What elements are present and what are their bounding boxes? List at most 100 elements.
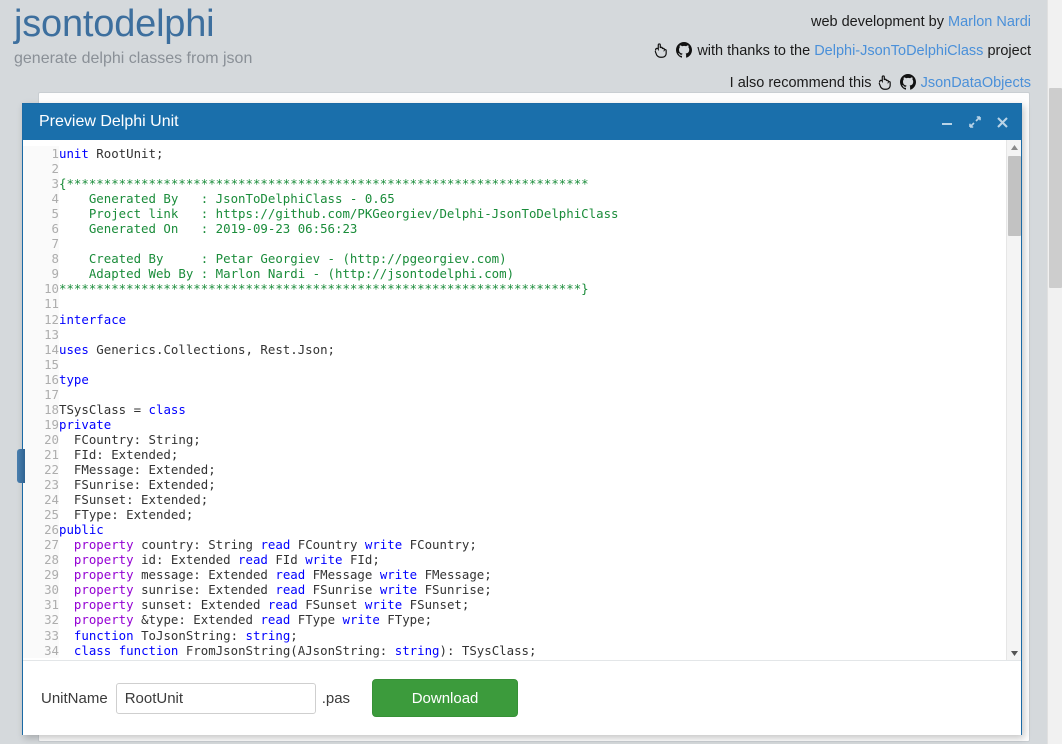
- code-line: 25 FType: Extended;: [23, 507, 619, 523]
- scroll-down-arrow-icon[interactable]: [1007, 646, 1021, 660]
- line-number: 27: [23, 537, 59, 553]
- code-token: FType: Extended;: [59, 507, 194, 523]
- line-number: 4: [23, 191, 59, 207]
- code-token: Project link : https://github.com/PKGeor…: [59, 206, 619, 222]
- line-number: 11: [23, 296, 59, 312]
- page-title: jsontodelphi: [14, 3, 215, 45]
- code-line-content: property country: String read FCountry w…: [59, 537, 619, 552]
- line-number: 24: [23, 492, 59, 508]
- code-line-content: private: [59, 417, 619, 432]
- sidebar-toggle-handle[interactable]: [17, 449, 25, 483]
- code-line: 4 Generated By : JsonToDelphiClass - 0.6…: [23, 191, 619, 207]
- link-jsondataobjects[interactable]: JsonDataObjects: [921, 75, 1031, 91]
- code-token: class: [148, 401, 186, 417]
- code-token: read: [275, 567, 306, 583]
- code-line-content: unit RootUnit;: [59, 146, 619, 161]
- code-token: FCountry;: [402, 537, 477, 553]
- line-number: 22: [23, 461, 59, 478]
- credit-prefix-2: with thanks to the: [697, 43, 811, 59]
- code-line: 8 Created By : Petar Georgiev - (http://…: [23, 251, 619, 267]
- line-number: 29: [23, 567, 59, 583]
- code-table: 1 unit RootUnit; 2 3 {*********************…: [23, 146, 619, 658]
- code-line: 10 **************************************…: [23, 281, 619, 297]
- line-number: 23: [23, 477, 59, 493]
- code-token: country: String: [133, 537, 261, 553]
- code-token: FSunrise: Extended;: [59, 477, 216, 493]
- code-token: RootUnit;: [88, 146, 164, 161]
- line-number: 9: [23, 266, 59, 282]
- code-scroll-thumb[interactable]: [1008, 156, 1021, 236]
- code-token: Created By : Petar Georgiev - (http://pg…: [59, 251, 507, 267]
- download-button[interactable]: Download: [372, 679, 519, 717]
- code-token: private: [59, 416, 112, 432]
- code-vertical-scrollbar[interactable]: [1006, 140, 1021, 660]
- maximize-button[interactable]: [968, 115, 982, 129]
- code-token: ToJsonString:: [133, 627, 246, 643]
- line-number: 33: [23, 627, 59, 643]
- code-line-content: FId: Extended;: [59, 447, 619, 462]
- code-token: Adapted Web By : Marlon Nardi - (http://…: [59, 266, 515, 282]
- code-line-content: Generated On : 2019-09-23 06:56:23: [59, 221, 619, 236]
- brand: jsontodelphi generate delphi classes fro…: [14, 2, 252, 70]
- code-scroll-region[interactable]: 1 unit RootUnit; 2 3 {*********************…: [23, 140, 1021, 660]
- code-line-content: FSunrise: Extended;: [59, 477, 619, 492]
- link-marlon-nardi[interactable]: Marlon Nardi: [948, 14, 1031, 30]
- code-token: write: [379, 582, 418, 598]
- line-number: 25: [23, 507, 59, 523]
- code-line: 21 FId: Extended;: [23, 446, 619, 462]
- code-token: property: [73, 582, 134, 598]
- code-line: 32 property &type: Extended read FType w…: [23, 612, 619, 628]
- code-token: uses: [59, 341, 89, 357]
- code-line: 26 public: [23, 522, 619, 538]
- code-token: TSysClass =: [59, 401, 149, 417]
- scroll-up-arrow-icon[interactable]: [1007, 140, 1021, 154]
- line-number: 26: [23, 522, 59, 538]
- code-line-content: property &type: Extended read FType writ…: [59, 612, 619, 627]
- code-token: FId: [267, 552, 306, 568]
- code-line: 13: [23, 326, 619, 342]
- page-vertical-scrollbar[interactable]: [1047, 0, 1062, 744]
- page-scroll-thumb[interactable]: [1049, 88, 1062, 288]
- code-line-content: public: [59, 522, 619, 537]
- code-line: 17: [23, 386, 619, 402]
- code-token: read: [267, 597, 298, 613]
- code-token: write: [364, 597, 403, 613]
- code-line: 19 private: [23, 416, 619, 432]
- code-token: message: Extended: [133, 567, 276, 583]
- link-delphi-jsontodelphiclass[interactable]: Delphi-JsonToDelphiClass: [814, 43, 983, 59]
- code-line: 5 Project link : https://github.com/PKGe…: [23, 206, 619, 222]
- code-token: write: [364, 537, 403, 553]
- code-line: 22 FMessage: Extended;: [23, 461, 619, 478]
- code-line-content: function ToJsonString: string;: [59, 628, 619, 643]
- code-line: 31 property sunset: Extended read FSunse…: [23, 597, 619, 613]
- close-button[interactable]: [996, 116, 1009, 129]
- line-number: 2: [23, 161, 59, 177]
- code-token: FCountry: String;: [59, 431, 201, 447]
- code-line-content: Adapted Web By : Marlon Nardi - (http://…: [59, 266, 619, 281]
- code-token: sunset: Extended: [133, 597, 268, 613]
- line-number: 21: [23, 446, 59, 462]
- code-line-content: property sunset: Extended read FSunset w…: [59, 597, 619, 612]
- code-token: write: [305, 552, 343, 568]
- dialog-titlebar: Preview Delphi Unit: [23, 104, 1021, 140]
- code-line: 29 property message: Extended read FMess…: [23, 567, 619, 583]
- code-token: id: Extended: [133, 552, 239, 568]
- code-token: read: [260, 612, 291, 628]
- page-header: jsontodelphi generate delphi classes fro…: [0, 0, 1047, 96]
- line-number: 32: [23, 612, 59, 628]
- preview-dialog: Preview Delphi Unit 1 unit RootUnit; 2 3 {*…: [22, 103, 1022, 735]
- code-line: 7: [23, 236, 619, 252]
- code-token: property: [73, 597, 134, 613]
- code-token: public: [59, 522, 104, 538]
- code-token: FromJsonString(AJsonString:: [178, 642, 395, 658]
- code-token: FSunset: [297, 597, 365, 613]
- unit-name-input[interactable]: [115, 682, 316, 714]
- minimize-button[interactable]: [941, 116, 954, 129]
- code-token: string: [394, 642, 440, 658]
- code-line: 11: [23, 296, 619, 312]
